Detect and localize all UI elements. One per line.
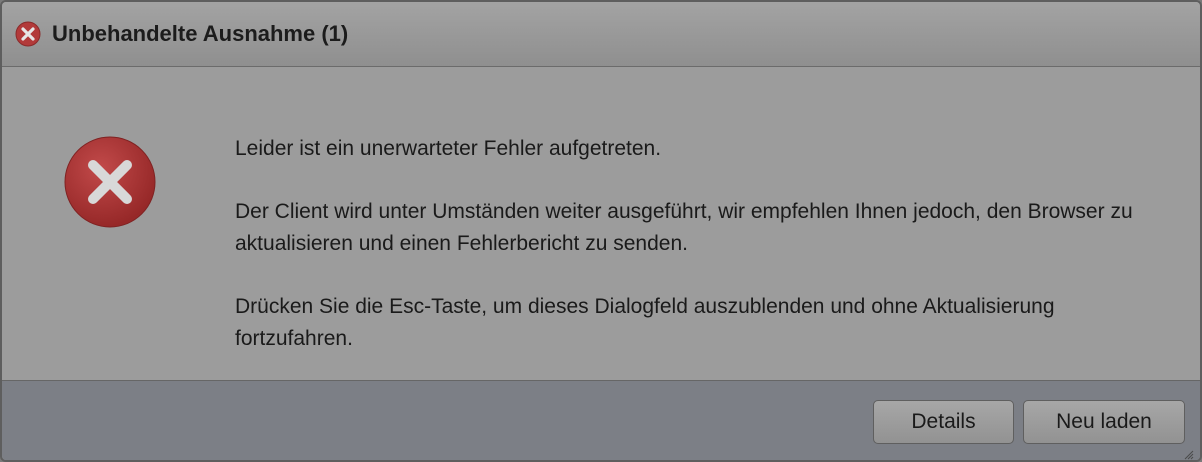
error-message: Leider ist ein unerwarteter Fehler aufge… xyxy=(235,133,1165,386)
message-line: Der Client wird unter Umständen weiter a… xyxy=(235,200,1133,255)
error-dialog: Unbehandelte Ausnahme (1) Leider ist ein… xyxy=(0,0,1202,462)
error-circle-icon xyxy=(62,135,160,233)
reload-button[interactable]: Neu laden xyxy=(1023,400,1185,444)
message-line: Drücken Sie die Esc-Taste, um dieses Dia… xyxy=(235,295,1055,350)
dialog-title: Unbehandelte Ausnahme (1) xyxy=(52,21,349,46)
dialog-titlebar[interactable]: Unbehandelte Ausnahme (1) xyxy=(2,2,1200,67)
error-circle-icon xyxy=(14,20,42,48)
dialog-footer: Details Neu laden xyxy=(2,380,1200,460)
details-button[interactable]: Details xyxy=(873,400,1014,444)
dialog-body: Leider ist ein unerwarteter Fehler aufge… xyxy=(2,67,1200,380)
resize-grip-icon[interactable] xyxy=(1182,447,1194,460)
message-line: Leider ist ein unerwarteter Fehler aufge… xyxy=(235,137,662,160)
